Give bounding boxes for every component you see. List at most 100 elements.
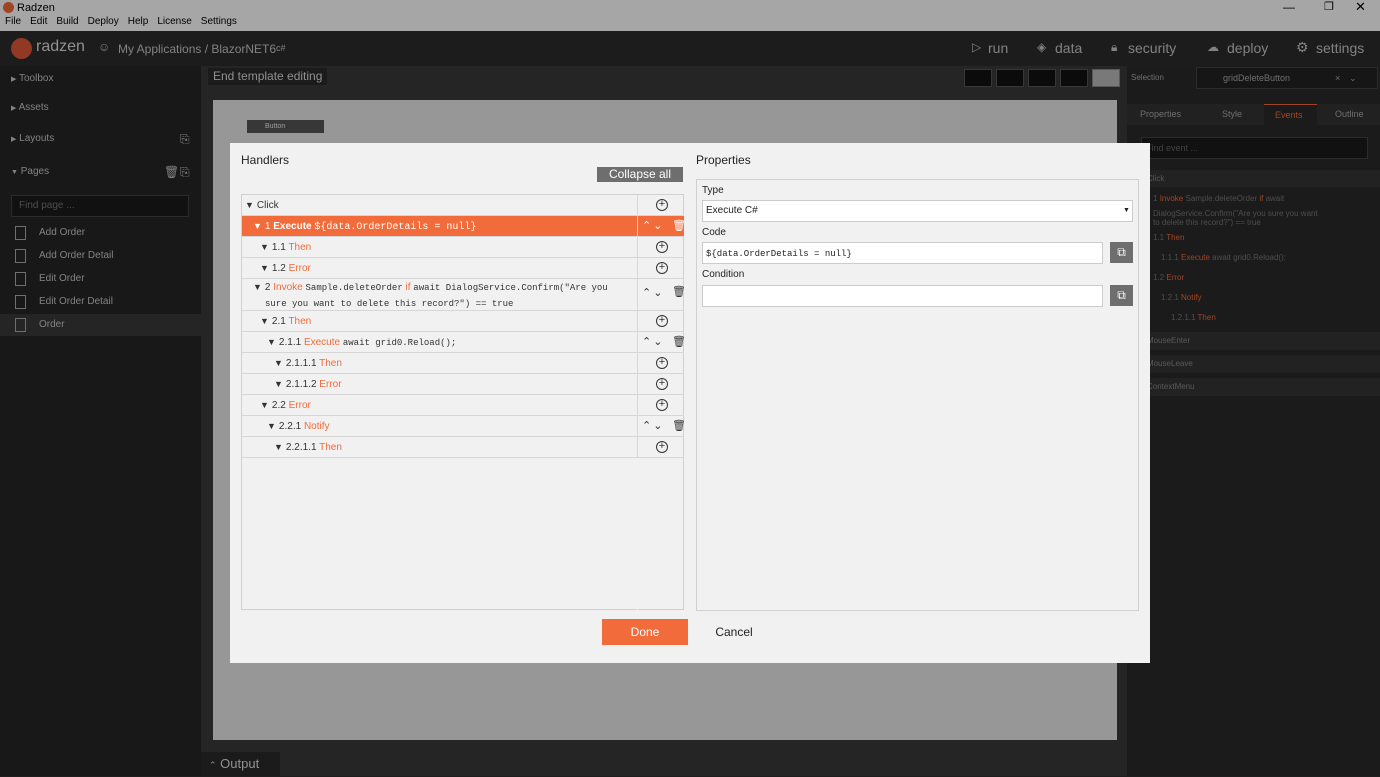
done-button[interactable]: Done [602,619,688,645]
move-up-down-icon[interactable]: ⌃⌄ [642,416,664,436]
add-icon[interactable]: + [656,357,668,369]
tree-row[interactable]: ▼ 2.2 Error + [242,395,684,416]
caret-down-icon: ▼ [274,358,283,368]
row-code3: sure you want to delete this record?") =… [265,299,514,309]
add-icon[interactable]: + [656,199,668,211]
row-id: 2 [264,282,271,293]
row-id: 2.2 [271,400,286,411]
row-controls: + [637,353,684,373]
row-kw: Execute [273,221,312,232]
event-handlers-dialog: Handlers Collapse all ▼ Click + ▼ 1 Execute… [230,143,1150,663]
handlers-title: Handlers [241,153,290,167]
caret-down-icon: ▼ [260,316,269,326]
row-kw: Error [288,400,311,411]
caret-down-icon: ▼ [260,400,269,410]
caret-down-icon: ▼ [1123,207,1130,214]
tree-row[interactable]: ▼ 2.1 Then + [242,311,684,332]
row-controls: + [637,237,684,257]
properties-panel: Type Execute C# ▼ Code ${data.OrderDetail… [696,179,1139,611]
trash-icon[interactable]: 🗑︎ [672,416,686,436]
caret-down-icon: ▼ [267,337,276,347]
add-icon[interactable]: + [656,262,668,274]
row-controls: + [637,311,684,331]
row-id: 2.1.1 [278,337,302,348]
row-kw: Then [288,242,312,253]
row-kw: Execute [303,337,341,348]
add-icon[interactable]: + [656,399,668,411]
row-id: 2.1 [271,316,286,327]
row-kw: Then [319,442,342,453]
row-kw: Error [288,263,311,274]
add-icon[interactable]: + [656,241,668,253]
move-up-down-icon[interactable]: ⌃⌄ [642,216,664,236]
row-controls: ⌃⌄ 🗑︎ [637,332,686,352]
row-code: Sample.deleteOrder [305,283,403,293]
cancel-button[interactable]: Cancel [706,619,762,645]
row-id: 2.1.1.1 [285,358,317,369]
tree-row[interactable]: ▼ 2.1.1 Execute await grid0.Reload(); ⌃⌄ 🗑︎ [242,332,686,353]
caret-down-icon: ▼ [267,421,276,431]
add-icon[interactable]: + [656,315,668,327]
row-id: 2.2.1 [278,421,302,432]
caret-down-icon: ▼ [274,442,283,452]
condition-input[interactable] [702,285,1103,307]
code-label: Code [702,227,726,238]
row-id: 1 [264,221,271,232]
row-id: 1.1 [271,242,286,253]
caret-down-icon: ▼ [274,379,283,389]
row-kw: Then [319,358,342,369]
code-input-value: ${data.OrderDetails = null} [706,249,852,259]
collapse-all-label: Collapse all [608,167,672,181]
row-controls: ⌃⌄ 🗑︎ [637,216,686,236]
tree-row[interactable]: ▼ 1.2 Error + [242,258,684,279]
tree-row[interactable]: ▼ 2.1.1.2 Error + [242,374,684,395]
row-kw: Then [288,316,312,327]
add-icon[interactable]: + [656,378,668,390]
row-controls: + [637,258,684,278]
row-code: ${data.OrderDetails = null} [314,222,477,233]
collapse-all-button[interactable]: Collapse all [597,167,683,182]
external-link-icon: ⧉ [1117,288,1126,302]
row-kw2: if [405,282,411,293]
row-code: await grid0.Reload(); [342,338,457,348]
type-select-value: Execute C# [706,205,758,216]
tree-controls-column [637,458,638,610]
row-controls: ⌃⌄ 🗑︎ [637,416,686,436]
trash-icon[interactable]: 🗑︎ [672,216,686,236]
row-id: 1.2 [271,263,286,274]
tree-row[interactable]: ▼ 2.2.1.1 Then + [242,437,684,458]
caret-down-icon: ▼ [260,263,269,273]
handlers-tree: ▼ Click + ▼ 1 Execute ${data.OrderDetails =… [241,194,686,610]
code-input[interactable]: ${data.OrderDetails = null} [702,242,1103,264]
tree-row[interactable]: ▼ 2 Invoke Sample.deleteOrder if await Di… [242,279,686,311]
type-label: Type [702,185,724,196]
open-condition-editor-button[interactable]: ⧉ [1110,285,1133,306]
open-code-editor-button[interactable]: ⧉ [1110,242,1133,263]
external-link-icon: ⧉ [1117,245,1126,259]
move-up-down-icon[interactable]: ⌃⌄ [642,286,664,301]
move-up-down-icon[interactable]: ⌃⌄ [642,332,664,352]
row-controls: + [637,437,684,457]
add-icon[interactable]: + [656,441,668,453]
tree-root[interactable]: ▼ Click + [242,195,684,216]
caret-down-icon: ▼ [245,200,254,210]
row-controls: + [637,374,684,394]
tree-row[interactable]: ▼ 2.1.1.1 Then + [242,353,684,374]
row-kw: Error [319,379,342,390]
tree-row-selected[interactable]: ▼ 1 Execute ${data.OrderDetails = null} ⌃⌄… [242,216,686,237]
row-controls: + [637,395,684,415]
trash-icon[interactable]: 🗑︎ [672,285,686,300]
row-code2: await DialogService.Confirm("Are you [413,283,608,293]
tree-root-label: Click [256,200,279,211]
properties-title: Properties [696,153,751,167]
row-id: 2.2.1.1 [285,442,317,453]
caret-down-icon: ▼ [260,242,269,252]
trash-icon[interactable]: 🗑︎ [672,332,686,352]
row-controls: ⌃⌄ 🗑︎ [637,279,686,310]
row-kw: Notify [303,421,330,432]
tree-row[interactable]: ▼ 1.1 Then + [242,237,684,258]
cancel-label: Cancel [715,625,753,639]
condition-label: Condition [702,269,745,280]
tree-row[interactable]: ▼ 2.2.1 Notify ⌃⌄ 🗑︎ [242,416,686,437]
type-select[interactable]: Execute C# ▼ [702,200,1133,222]
